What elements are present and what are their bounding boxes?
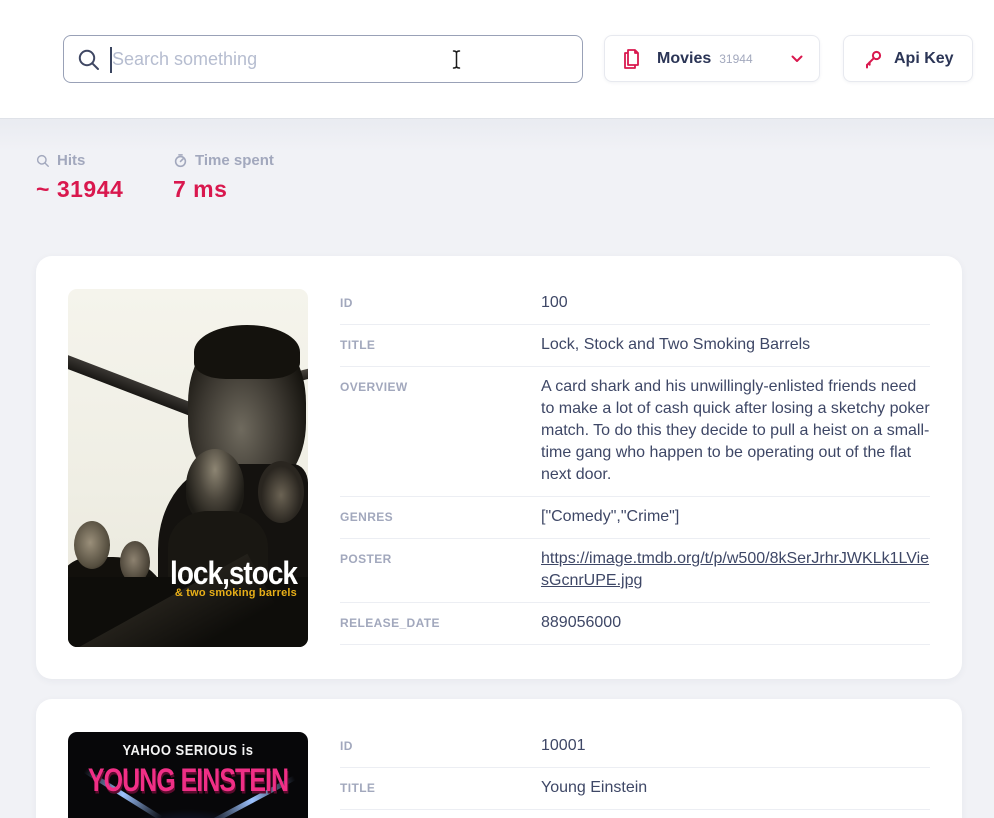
index-doc-count: 31944 (719, 52, 791, 66)
text-caret (110, 47, 112, 73)
field-row-title: TITLE Young Einstein (340, 768, 930, 810)
index-name: Movies (657, 50, 711, 68)
time-spent-value: 7 ms (173, 176, 310, 203)
field-label: RELEASE_DATE (340, 612, 541, 630)
movie-poster-young-einstein: YAHOO SERIOUS is YOUNG EINSTEIN (68, 732, 308, 818)
field-row-release-date: RELEASE_DATE 889056000 (340, 603, 930, 645)
search-box[interactable] (63, 35, 583, 83)
top-header: Movies 31944 Api Key (0, 0, 994, 118)
search-icon (77, 48, 101, 72)
field-value: 889056000 (541, 612, 930, 634)
stopwatch-icon (173, 153, 188, 168)
field-value: Young Einstein (541, 777, 930, 799)
document-fields: ID 10001 TITLE Young Einstein OVERVIEW A… (340, 726, 930, 818)
field-label: OVERVIEW (340, 376, 541, 394)
field-row-poster: POSTER https://image.tmdb.org/t/p/w500/8… (340, 539, 930, 603)
field-value: 10001 (541, 735, 930, 757)
field-value: Lock, Stock and Two Smoking Barrels (541, 334, 930, 356)
field-row-genres: GENRES ["Comedy","Crime"] (340, 497, 930, 539)
field-row-overview: OVERVIEW A card shark and his unwillingl… (340, 367, 930, 497)
document-fields: ID 100 TITLE Lock, Stock and Two Smoking… (340, 283, 930, 647)
field-value: A card shark and his unwillingly-enliste… (541, 376, 930, 486)
hits-stat: Hits ~ 31944 (36, 152, 173, 203)
field-label: GENRES (340, 506, 541, 524)
field-label: TITLE (340, 777, 541, 795)
hits-value: ~ 31944 (36, 176, 173, 203)
field-label: POSTER (340, 548, 541, 566)
key-icon (862, 48, 884, 70)
poster-subtitle-text: & two smoking barrels (175, 587, 297, 599)
result-card: YAHOO SERIOUS is YOUNG EINSTEIN ID 10001… (36, 699, 962, 818)
api-key-button[interactable]: Api Key (843, 35, 973, 82)
time-spent-label: Time spent (195, 152, 274, 169)
hits-search-icon (36, 154, 50, 168)
mouse-ibeam-cursor (449, 49, 464, 70)
api-key-label: Api Key (894, 50, 954, 68)
movie-poster-lock-stock: lock,stock & two smoking barrels (68, 289, 308, 647)
poster-title-text: YOUNG EINSTEIN (73, 761, 303, 800)
field-row-id: ID 10001 (340, 726, 930, 768)
field-label: ID (340, 735, 541, 753)
field-label: TITLE (340, 334, 541, 352)
results-area: Hits ~ 31944 Time spent 7 ms (0, 118, 994, 818)
field-value: 100 (541, 292, 930, 314)
index-selector[interactable]: Movies 31944 (604, 35, 820, 82)
field-row-title: TITLE Lock, Stock and Two Smoking Barrel… (340, 325, 930, 367)
search-stats: Hits ~ 31944 Time spent 7 ms (36, 118, 958, 203)
field-row-overview: OVERVIEW Albert Einstein is the son of a… (340, 810, 930, 818)
result-card: lock,stock & two smoking barrels ID 100 … (36, 256, 962, 679)
poster-top-text: YAHOO SERIOUS is (68, 741, 308, 758)
chevron-down-icon (791, 55, 803, 63)
time-spent-stat: Time spent 7 ms (173, 152, 310, 203)
field-row-id: ID 100 (340, 283, 930, 325)
hits-label: Hits (57, 152, 85, 169)
field-label: ID (340, 292, 541, 310)
field-value: ["Comedy","Crime"] (541, 506, 930, 528)
documents-icon (621, 47, 643, 71)
poster-url-link[interactable]: https://image.tmdb.org/t/p/w500/8kSerJrh… (541, 548, 930, 592)
